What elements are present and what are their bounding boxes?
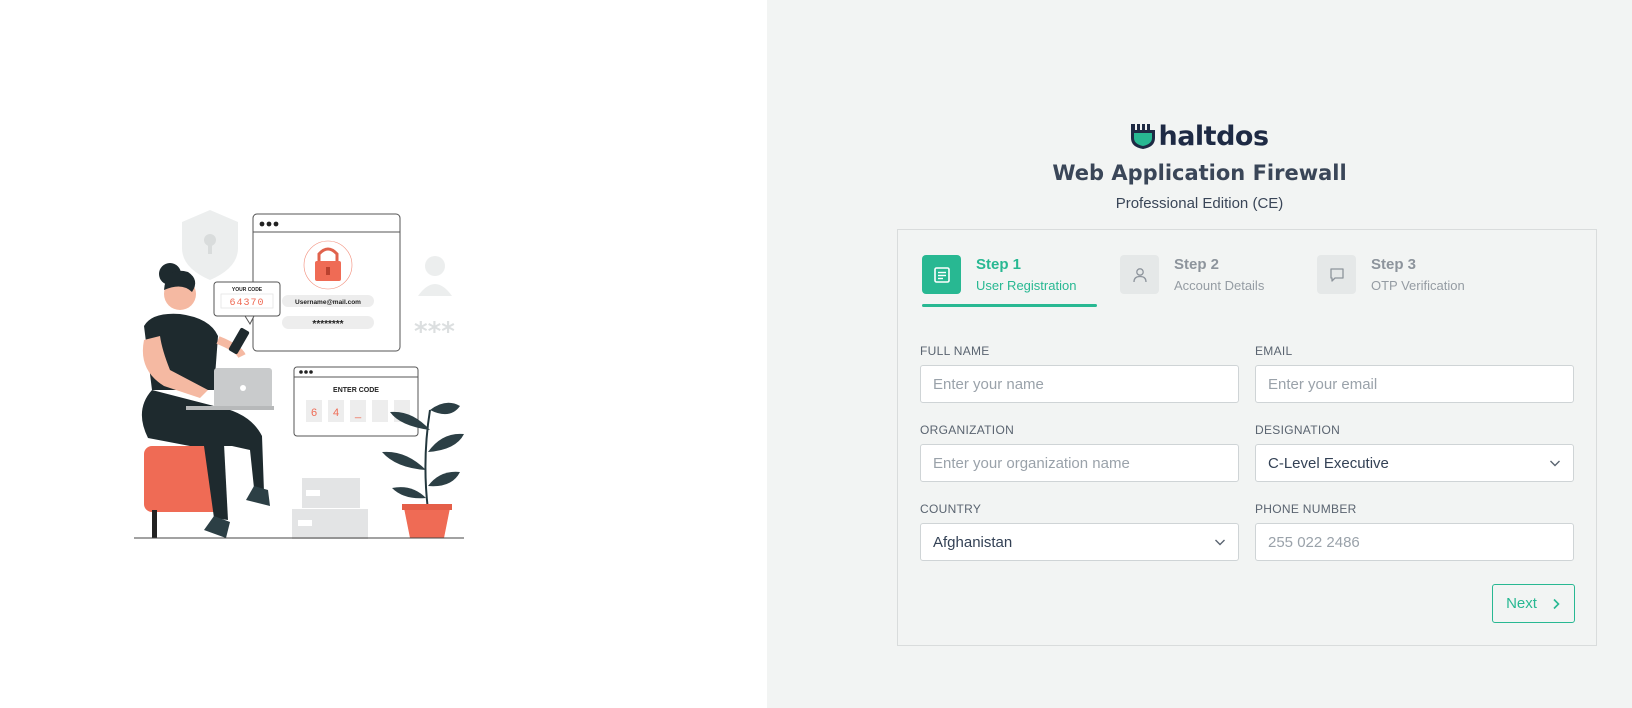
step-3-subtitle: OTP Verification	[1371, 278, 1465, 293]
country-select[interactable]: Afghanistan	[920, 523, 1239, 561]
phone-input[interactable]	[1255, 523, 1574, 561]
your-code-value: 64370	[229, 298, 264, 309]
next-button[interactable]: Next	[1492, 584, 1575, 623]
edition-subtitle: Professional Edition (CE)	[1115, 195, 1284, 212]
phone-field: PHONE NUMBER	[1255, 502, 1574, 561]
organization-label: ORGANIZATION	[920, 423, 1015, 437]
entered-digit-1: 6	[311, 407, 317, 419]
country-value: Afghanistan	[933, 533, 1013, 551]
app-title: Web Application Firewall	[1052, 161, 1347, 185]
country-label: COUNTRY	[920, 502, 982, 516]
step-3[interactable]: Step 3 OTP Verification	[1317, 255, 1465, 294]
step-2-subtitle: Account Details	[1174, 278, 1265, 293]
designation-label: DESIGNATION	[1255, 423, 1341, 437]
logo: haltdos	[1130, 120, 1269, 152]
country-field: COUNTRY Afghanistan	[920, 502, 1239, 561]
phone-label: PHONE NUMBER	[1255, 502, 1357, 516]
chevron-right-icon	[1553, 598, 1560, 609]
page: *** Username@mail.com ******** YOUR CODE…	[0, 0, 1632, 708]
active-step-indicator	[922, 304, 1097, 307]
designation-value: C-Level Executive	[1268, 454, 1389, 472]
asterisks-text: ***	[414, 317, 455, 347]
user-icon	[1120, 255, 1159, 294]
chevron-down-icon	[1550, 460, 1560, 467]
email-input[interactable]	[1255, 365, 1574, 403]
designation-select[interactable]: C-Level Executive	[1255, 444, 1574, 482]
your-code-label: YOUR CODE	[232, 287, 263, 293]
username-text: Username@mail.com	[295, 299, 361, 306]
organization-input[interactable]	[920, 444, 1239, 482]
registration-panel: haltdos Web Application Firewall Profess…	[767, 0, 1632, 708]
step-1-title: Step 1	[976, 256, 1022, 273]
full-name-label: FULL NAME	[920, 344, 990, 358]
logo-text: haltdos	[1158, 120, 1269, 152]
entered-digit-2: 4	[333, 407, 339, 419]
stepper: Step 1 User Registration Step 2 Account …	[922, 255, 1572, 307]
password-mask-text: ********	[312, 319, 343, 330]
brand-header: haltdos Web Application Firewall Profess…	[767, 120, 1632, 213]
next-button-label: Next	[1506, 595, 1537, 612]
full-name-input[interactable]	[920, 365, 1239, 403]
step-2[interactable]: Step 2 Account Details	[1120, 255, 1264, 294]
chat-icon	[1317, 255, 1356, 294]
illustration-panel: *** Username@mail.com ******** YOUR CODE…	[0, 0, 767, 708]
email-field: EMAIL	[1255, 344, 1574, 403]
step-1-subtitle: User Registration	[976, 278, 1077, 293]
enter-code-label: ENTER CODE	[333, 387, 379, 394]
registration-card: Step 1 User Registration Step 2 Account …	[897, 229, 1597, 646]
step-1[interactable]: Step 1 User Registration	[922, 255, 1076, 294]
organization-field: ORGANIZATION	[920, 423, 1239, 482]
chevron-down-icon	[1215, 539, 1225, 546]
designation-field: DESIGNATION C-Level Executive	[1255, 423, 1574, 482]
security-illustration: *** Username@mail.com ******** YOUR CODE…	[134, 210, 464, 539]
haltdos-logo-icon	[1131, 124, 1156, 149]
person-placeholder-icon	[418, 256, 452, 296]
entered-digit-3: _	[354, 407, 362, 419]
step-2-title: Step 2	[1174, 256, 1220, 273]
full-name-field: FULL NAME	[920, 344, 1239, 403]
document-icon	[922, 255, 961, 294]
step-3-title: Step 3	[1371, 256, 1417, 273]
email-label: EMAIL	[1255, 344, 1293, 358]
